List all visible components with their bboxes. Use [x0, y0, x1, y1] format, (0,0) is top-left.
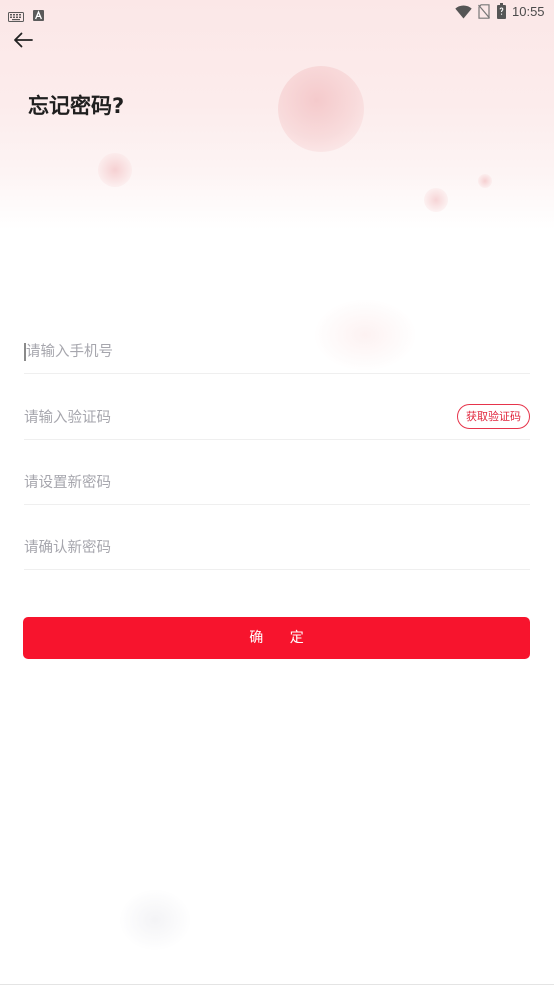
- wifi-icon: [455, 4, 472, 23]
- new-password-field-row: [24, 461, 530, 505]
- decorative-bubble: [478, 174, 492, 188]
- confirm-password-input[interactable]: [24, 526, 524, 569]
- get-code-button[interactable]: 获取验证码: [457, 404, 530, 429]
- navigation-bar-divider: [0, 984, 554, 985]
- verification-code-input[interactable]: [24, 396, 444, 439]
- status-time: 10:55: [512, 4, 545, 19]
- confirm-button[interactable]: 确 定: [23, 617, 530, 659]
- phone-field-row: [24, 330, 530, 374]
- arrow-left-icon: [13, 32, 33, 52]
- code-field-row: 获取验证码: [24, 396, 530, 440]
- no-sim-icon: [478, 4, 490, 23]
- battery-icon: [497, 3, 506, 23]
- text-cursor: [24, 343, 26, 361]
- status-bar: 10:55: [0, 0, 554, 24]
- decorative-bubble: [424, 188, 448, 212]
- decorative-bubble: [278, 66, 364, 152]
- page-title: 忘记密码?: [28, 94, 125, 118]
- decorative-bubble: [98, 153, 132, 187]
- confirm-password-field-row: [24, 526, 530, 570]
- decorative-bubble: [120, 890, 190, 950]
- new-password-input[interactable]: [24, 461, 524, 504]
- back-button[interactable]: [8, 28, 38, 56]
- a-notification-icon: [33, 6, 44, 25]
- phone-input[interactable]: [26, 330, 526, 373]
- keyboard-icon: [8, 7, 24, 26]
